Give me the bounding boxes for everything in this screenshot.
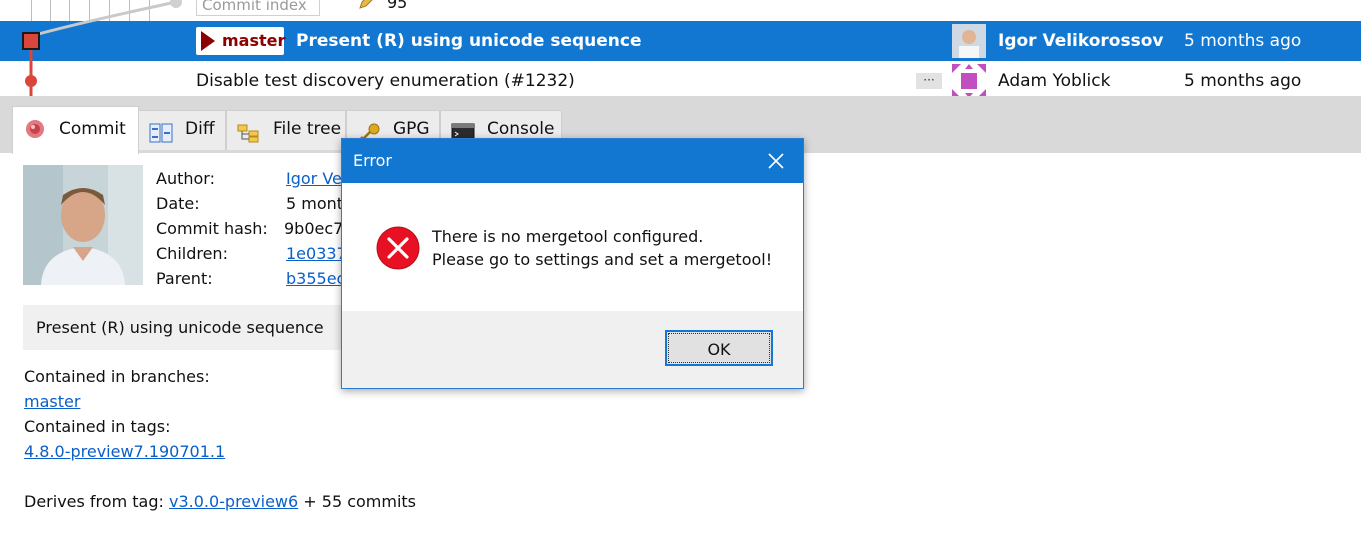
branches-label: Contained in branches: [24, 367, 210, 386]
tab-diff[interactable]: Diff [138, 110, 226, 150]
close-icon[interactable] [765, 150, 787, 172]
children-link[interactable]: 1e0337 [286, 244, 347, 263]
commit-index-box[interactable]: Commit index [196, 0, 320, 16]
derives-tag-link[interactable]: v3.0.0-preview6 [169, 492, 298, 511]
error-icon [375, 225, 421, 271]
dialog-footer: OK [342, 311, 803, 388]
tab-commit[interactable]: Commit [12, 106, 139, 154]
parent-label: Parent: [156, 269, 213, 288]
more-button[interactable]: ··· [916, 73, 942, 89]
pencil-icon [358, 0, 374, 10]
author-link[interactable]: Igor Ve [286, 169, 342, 188]
commit-date: 5 months ago [1184, 71, 1302, 91]
author-avatar [952, 24, 986, 58]
branch-link[interactable]: master [24, 392, 80, 411]
children-label: Children: [156, 244, 228, 263]
dialog-title-bar[interactable]: Error [342, 139, 803, 183]
commit-message: Present (R) using unicode sequence [36, 318, 324, 337]
author-avatar [952, 64, 986, 98]
ok-button[interactable]: OK [665, 330, 773, 366]
commit-row[interactable]: Disable test discovery enumeration (#123… [0, 61, 1361, 101]
commit-subject: Present (R) using unicode sequence [296, 31, 642, 51]
tab-file-tree-label: File tree [273, 119, 342, 139]
ok-button-label: OK [707, 340, 731, 359]
tag-link[interactable]: 4.8.0-preview7.190701.1 [24, 442, 225, 461]
revision-grid[interactable]: Commit index 95 master Present (R) using… [0, 0, 1361, 101]
commit-subject: Disable test discovery enumeration (#123… [196, 71, 575, 91]
commit-author: Adam Yoblick [998, 71, 1111, 91]
branch-badge-label: master [222, 31, 286, 50]
tab-commit-label: Commit [59, 119, 126, 139]
author-photo [23, 165, 143, 285]
dialog-title: Error [353, 151, 392, 170]
commit-icon [23, 116, 47, 138]
commit-row-selected[interactable]: master Present (R) using unicode sequenc… [0, 21, 1361, 61]
error-dialog[interactable]: Error There is no mergetool configured. … [341, 138, 804, 389]
error-message-line2: Please go to settings and set a mergetoo… [432, 250, 773, 269]
file-tree-icon [237, 120, 261, 143]
more-button-label: ··· [923, 73, 935, 87]
date-value: 5 mont [286, 194, 344, 213]
branch-flag-icon [201, 31, 215, 51]
derives-suffix: + 55 commits [303, 492, 417, 511]
parent-link[interactable]: b355ec [286, 269, 345, 288]
error-message-line1: There is no mergetool configured. [432, 227, 704, 246]
author-label: Author: [156, 169, 215, 188]
derives-label: Derives from tag: [24, 492, 164, 511]
commit-date: 5 months ago [1184, 31, 1302, 51]
commit-index-value: 95 [387, 0, 408, 12]
tab-file-tree[interactable]: File tree [226, 110, 346, 150]
tab-diff-label: Diff [185, 119, 215, 139]
commit-author: Igor Velikorossov [998, 31, 1164, 51]
commit-index-placeholder: Commit index [202, 0, 307, 14]
key-icon [357, 120, 381, 143]
console-icon [451, 120, 475, 143]
derives-line: Derives from tag: v3.0.0-preview6 + 55 c… [24, 492, 416, 511]
commit-message-box: Present (R) using unicode sequence [23, 305, 363, 350]
diff-icon [149, 120, 173, 143]
branch-badge[interactable]: master [196, 27, 286, 55]
commit-graph [22, 0, 182, 96]
commit-hash-value: 9b0ec7 [284, 219, 344, 238]
tags-label: Contained in tags: [24, 417, 171, 436]
commit-hash-label: Commit hash: [156, 219, 268, 238]
date-label: Date: [156, 194, 200, 213]
